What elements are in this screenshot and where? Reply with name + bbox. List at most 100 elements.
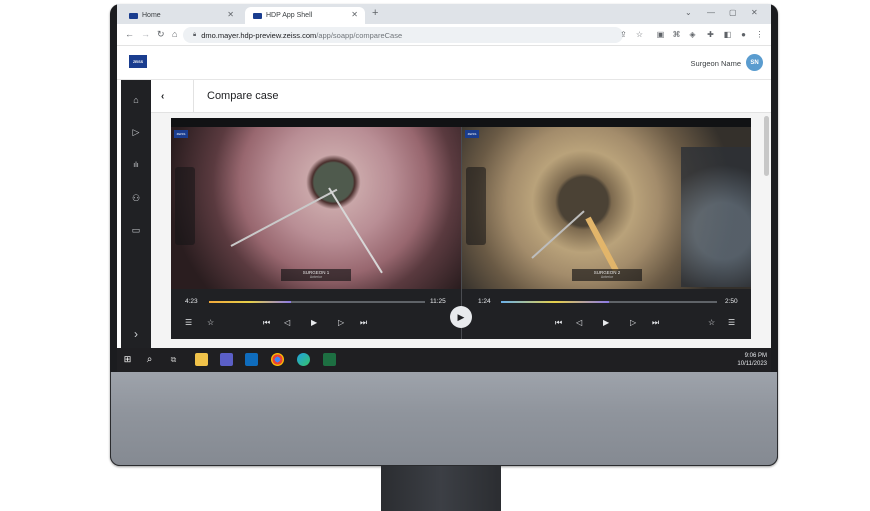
current-time-right: 1:24: [478, 298, 491, 305]
skip-start-button[interactable]: ⏮: [555, 318, 562, 328]
chapter-list-button[interactable]: ☰: [185, 318, 192, 327]
puzzle-icon[interactable]: ✚: [706, 30, 715, 39]
user-settings-icon: ⚇: [131, 192, 141, 203]
sidebar-item-home[interactable]: ⌂: [121, 90, 151, 110]
browser-navbar: ← → ↻ ⌂ 🔒︎ dmo.mayer.hdp-preview.zeiss.c…: [117, 24, 771, 46]
zeiss-watermark: ZEISS: [174, 130, 188, 138]
translate-icon[interactable]: ⌘: [672, 30, 681, 39]
avatar[interactable]: SN: [746, 54, 763, 71]
chrome-icon[interactable]: [271, 353, 284, 366]
surgical-handpiece: [585, 216, 619, 273]
close-icon[interactable]: ✕: [227, 10, 234, 19]
play-button-left[interactable]: ▶: [311, 318, 317, 327]
system-clock[interactable]: 9:06 PM 10/11/2023: [737, 352, 767, 368]
browser-tab-home[interactable]: Home ✕: [121, 7, 241, 24]
excel-icon[interactable]: [323, 353, 336, 366]
sidebar-item-users[interactable]: ⚇: [121, 188, 151, 208]
chevron-down-icon[interactable]: ⌄: [685, 8, 692, 17]
profile-icon[interactable]: ●: [739, 30, 748, 39]
maximize-icon[interactable]: ▢: [729, 8, 737, 17]
sidebar-item-messages[interactable]: ▭: [121, 220, 151, 240]
sidepanel-icon[interactable]: ◧: [723, 30, 732, 39]
chapter-list-button[interactable]: ☰: [728, 318, 735, 327]
more-menu-icon[interactable]: ⋮: [755, 30, 764, 39]
bookmark-button[interactable]: ☆: [207, 318, 214, 327]
edge-icon[interactable]: [297, 353, 310, 366]
extension-icon[interactable]: ◈: [688, 30, 697, 39]
extension-video-icon[interactable]: ▣: [656, 30, 665, 39]
windows-start-icon[interactable]: ⊞: [121, 353, 134, 366]
step-back-button[interactable]: ◁: [284, 318, 290, 327]
current-time-left: 4:23: [185, 298, 198, 305]
zeiss-favicon-icon: [253, 12, 262, 19]
clock-date: 10/11/2023: [737, 361, 767, 367]
screen: Home ✕ HDP App Shell ✕ + ⌄ — ▢ ✕ ← → ↻ ⌂…: [117, 4, 771, 372]
share-icon[interactable]: ⇪: [619, 30, 628, 39]
divider: [193, 80, 194, 113]
page-subheader: ‹ Compare case: [151, 80, 771, 113]
surgeon-sub: Anterior: [600, 275, 614, 279]
new-tab-icon[interactable]: +: [372, 7, 378, 19]
main-content: ‹ Compare case ZEISS SURGEON 1 Anterior …: [151, 80, 771, 348]
overlay-stats-panel: [466, 167, 486, 245]
forward-arrow-icon[interactable]: →: [141, 29, 150, 39]
search-icon[interactable]: ⌕: [143, 353, 156, 366]
bookmark-star-icon[interactable]: ☆: [635, 30, 644, 39]
play-button-right[interactable]: ▶: [603, 318, 609, 327]
timeline-progress: [209, 301, 292, 303]
timeline-left[interactable]: [209, 301, 425, 303]
timeline-right[interactable]: [501, 301, 717, 303]
play-icon: ▷: [132, 126, 140, 137]
url-path: /app/soapp/compareCase: [316, 30, 403, 40]
teams-icon[interactable]: [220, 353, 233, 366]
address-bar[interactable]: 🔒︎ dmo.mayer.hdp-preview.zeiss.com/app/s…: [183, 27, 623, 43]
sidebar-item-videos[interactable]: ▷: [121, 122, 151, 142]
player-top-bar: [171, 118, 751, 127]
file-explorer-icon[interactable]: [195, 353, 208, 366]
back-button[interactable]: ‹: [161, 91, 164, 102]
skip-end-button[interactable]: ⏭: [360, 318, 367, 328]
chat-icon: ▭: [131, 224, 141, 235]
surgeon-sub: Anterior: [309, 275, 323, 279]
back-arrow-icon[interactable]: ←: [125, 29, 134, 39]
tab-label: HDP App Shell: [266, 12, 313, 19]
video-right[interactable]: ZEISS SURGEON 2 Anterior: [462, 127, 751, 289]
task-view-icon[interactable]: ⧉: [167, 353, 180, 366]
total-time-left: 11:25: [430, 298, 446, 305]
step-forward-button[interactable]: ▷: [630, 318, 636, 327]
step-forward-button[interactable]: ▷: [338, 318, 344, 327]
close-icon[interactable]: ✕: [351, 10, 358, 19]
bookmark-button[interactable]: ☆: [708, 318, 715, 327]
home-nav-icon[interactable]: ⌂: [172, 29, 177, 39]
skip-end-button[interactable]: ⏭: [652, 318, 659, 328]
reload-icon[interactable]: ↻: [157, 29, 165, 40]
outlook-icon[interactable]: [245, 353, 258, 366]
sync-play-button[interactable]: ▶: [450, 306, 472, 328]
minimize-icon[interactable]: —: [707, 8, 715, 17]
bar-chart-icon: ılı: [133, 161, 139, 169]
window-close-icon[interactable]: ✕: [751, 8, 758, 17]
zeiss-logo: ZEISS: [129, 55, 147, 68]
video-left[interactable]: ZEISS SURGEON 1 Anterior: [171, 127, 461, 289]
overlay-stats-panel: [175, 167, 195, 245]
windows-taskbar: ⊞ ⌕ ⧉ 9:06 PM 10/11/2023: [117, 348, 771, 372]
sidebar-item-analytics[interactable]: ılı: [121, 155, 151, 175]
expand-icon: ›: [134, 327, 138, 341]
home-icon: ⌂: [133, 95, 139, 105]
browser-tab-app-shell[interactable]: HDP App Shell ✕: [245, 7, 365, 24]
step-back-button[interactable]: ◁: [576, 318, 582, 327]
monitor-chin: [110, 372, 778, 466]
total-time-right: 2:50: [725, 298, 738, 305]
sidebar-expand-button[interactable]: ›: [121, 324, 151, 344]
zeiss-favicon-icon: [129, 12, 138, 19]
sidebar: ⌂ ▷ ılı ⚇ ▭ ›: [121, 80, 151, 348]
skip-start-button[interactable]: ⏮: [263, 318, 270, 328]
browser-tab-strip: Home ✕ HDP App Shell ✕ + ⌄ — ▢ ✕: [117, 4, 771, 24]
scrollbar[interactable]: [764, 116, 769, 176]
video-detail: [681, 147, 751, 287]
monitor-stand: [381, 466, 501, 511]
zeiss-watermark: ZEISS: [465, 130, 479, 138]
app-header: ZEISS Surgeon Name SN: [117, 46, 771, 80]
surgeon-label-left: SURGEON 1 Anterior: [281, 269, 351, 281]
user-name[interactable]: Surgeon Name: [691, 59, 741, 68]
